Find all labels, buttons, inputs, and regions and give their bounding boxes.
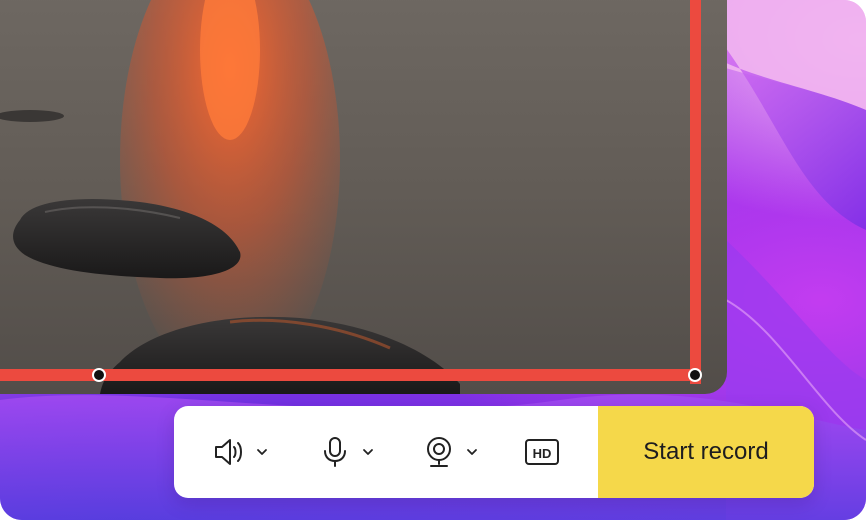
frame-resize-handle-corner[interactable] <box>688 368 702 382</box>
microphone-icon <box>324 437 346 467</box>
chevron-down-icon[interactable] <box>256 448 268 456</box>
webcam-button[interactable] <box>422 432 478 472</box>
hd-quality-button[interactable]: HD <box>524 432 560 472</box>
chevron-down-icon[interactable] <box>362 448 374 456</box>
frame-resize-handle-bottom[interactable] <box>92 368 106 382</box>
system-audio-button[interactable] <box>212 432 268 472</box>
chevron-down-icon[interactable] <box>466 448 478 456</box>
hd-icon-label: HD <box>533 446 552 461</box>
hd-icon: HD <box>525 439 559 465</box>
seascape-photo <box>0 0 727 394</box>
microphone-button[interactable] <box>318 432 374 472</box>
speaker-icon <box>215 439 242 465</box>
recording-toolbar: HD Start record <box>174 406 814 498</box>
webcam-icon <box>427 437 451 467</box>
start-record-button[interactable]: Start record <box>598 406 814 498</box>
capture-preview <box>0 0 727 394</box>
capture-frame-right-edge[interactable] <box>690 0 701 384</box>
